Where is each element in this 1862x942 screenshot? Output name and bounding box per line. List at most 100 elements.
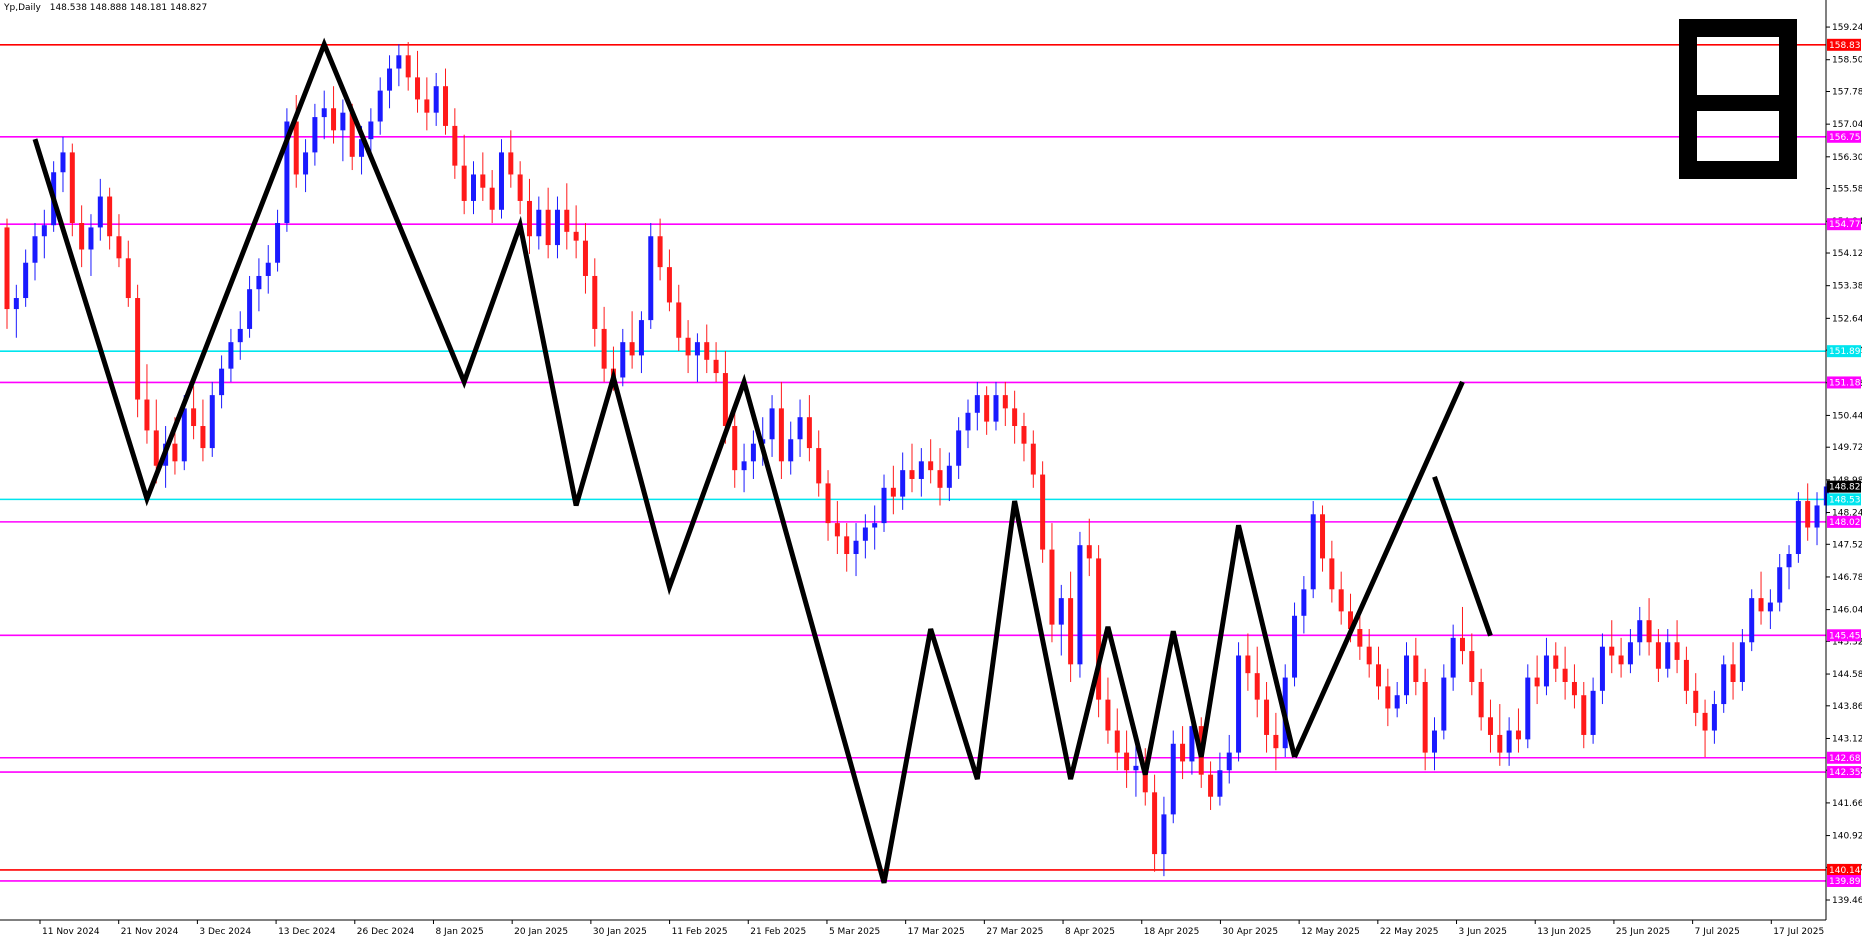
x-tick-label: 5 Mar 2025 bbox=[829, 927, 880, 937]
x-tick-label: 7 Jul 2025 bbox=[1695, 927, 1740, 937]
candle-body bbox=[909, 470, 915, 479]
candle-body bbox=[153, 430, 159, 466]
candle bbox=[1310, 501, 1316, 599]
candle-body bbox=[965, 412, 971, 431]
candle-body bbox=[480, 174, 486, 188]
candle-body bbox=[275, 223, 281, 263]
level-tag-label: 151.896 bbox=[1829, 347, 1862, 357]
current-price-tag: 148.827 bbox=[1827, 480, 1862, 493]
x-tick-label: 8 Jan 2025 bbox=[435, 927, 483, 937]
y-tick-label: 143.120 bbox=[1832, 734, 1862, 744]
candle bbox=[1236, 642, 1242, 762]
candle-body bbox=[1543, 655, 1549, 687]
candle-body bbox=[1609, 646, 1615, 656]
candle-body bbox=[1376, 664, 1382, 687]
candle-body bbox=[872, 523, 878, 528]
candle-body bbox=[265, 262, 271, 276]
candle-body bbox=[946, 465, 952, 488]
candle-body bbox=[247, 289, 253, 329]
candle-body bbox=[984, 395, 990, 422]
y-tick-label: 150.440 bbox=[1832, 411, 1862, 421]
level-tag-label: 142.359 bbox=[1829, 768, 1862, 778]
ohlc-readout: 148.538 148.888 148.181 148.827 bbox=[50, 3, 207, 13]
candle-body bbox=[844, 536, 850, 555]
y-tick-label: 152.640 bbox=[1832, 314, 1862, 324]
candle-body bbox=[1749, 598, 1755, 643]
candle-body bbox=[489, 187, 495, 210]
candle-body bbox=[256, 275, 262, 290]
level-tag-label: 148.538 bbox=[1829, 495, 1862, 505]
candle-body bbox=[1786, 554, 1792, 568]
candle-body bbox=[713, 359, 719, 374]
candle-body bbox=[1012, 408, 1018, 427]
x-tick-label: 8 Apr 2025 bbox=[1065, 927, 1115, 937]
candle-body bbox=[1338, 589, 1344, 612]
candle-body bbox=[1730, 664, 1736, 682]
candle-body bbox=[900, 470, 906, 497]
candle-body bbox=[517, 174, 523, 201]
candle-body bbox=[125, 258, 131, 299]
level-price-tag: 151.187 bbox=[1827, 376, 1862, 389]
x-tick-label: 13 Jun 2025 bbox=[1537, 927, 1591, 937]
candle-body bbox=[536, 209, 542, 237]
candle-body bbox=[825, 483, 831, 524]
level-price-tag: 148.538 bbox=[1827, 493, 1862, 506]
candle-body bbox=[1618, 655, 1624, 665]
candle bbox=[1040, 461, 1046, 563]
level-price-tag: 156.754 bbox=[1827, 130, 1862, 143]
y-tick-label: 157.040 bbox=[1832, 120, 1862, 130]
candle-body bbox=[1487, 717, 1493, 735]
chart-header: Yp,Daily 148.538 148.888 148.181 148.827 bbox=[3, 3, 207, 13]
candle-body bbox=[592, 275, 598, 329]
candle-body bbox=[788, 439, 794, 462]
candle-body bbox=[554, 209, 560, 246]
candle-body bbox=[1021, 426, 1027, 444]
candle-body bbox=[1292, 615, 1298, 678]
candle-body bbox=[629, 342, 635, 356]
candle-body bbox=[387, 68, 393, 91]
candle-body bbox=[1068, 598, 1074, 665]
candle-body bbox=[1404, 655, 1409, 696]
candle-body bbox=[1553, 655, 1559, 669]
level-price-tag: 158.838 bbox=[1827, 38, 1862, 51]
candle-body bbox=[1152, 792, 1158, 855]
candle-body bbox=[228, 342, 234, 369]
candle bbox=[1795, 492, 1801, 563]
x-tick-label: 13 Dec 2024 bbox=[278, 927, 336, 937]
candle-body bbox=[797, 417, 803, 440]
candle-body bbox=[1366, 646, 1372, 665]
candle-body bbox=[452, 125, 458, 166]
candle-body bbox=[107, 196, 113, 237]
current-price-label: 148.827 bbox=[1829, 483, 1862, 493]
y-tick-label: 154.120 bbox=[1832, 249, 1862, 259]
candle-body bbox=[694, 342, 700, 356]
candle-body bbox=[1497, 734, 1503, 753]
x-tick-label: 17 Jul 2025 bbox=[1773, 927, 1824, 937]
y-tick-label: 156.300 bbox=[1832, 153, 1862, 163]
y-tick-label: 153.380 bbox=[1832, 282, 1862, 292]
candle-body bbox=[685, 337, 691, 356]
candle-body bbox=[1124, 752, 1130, 771]
candle-body bbox=[974, 395, 980, 413]
candle-body bbox=[1208, 774, 1214, 797]
candle-body bbox=[620, 342, 626, 378]
candle-body bbox=[69, 152, 75, 224]
candle-body bbox=[1105, 699, 1111, 731]
candle-body bbox=[918, 461, 924, 479]
candle-body bbox=[573, 231, 579, 241]
candle-body bbox=[97, 196, 103, 228]
candle-body bbox=[638, 320, 644, 356]
candle-body bbox=[1264, 699, 1270, 735]
y-tick-label: 149.720 bbox=[1832, 443, 1862, 453]
candle-body bbox=[1721, 664, 1727, 705]
candle-body bbox=[862, 527, 868, 541]
x-tick-label: 26 Dec 2024 bbox=[357, 927, 415, 937]
candle-body bbox=[415, 77, 421, 100]
candle-body bbox=[79, 223, 85, 250]
candle-body bbox=[1002, 395, 1008, 409]
candle-body bbox=[1180, 743, 1186, 762]
candle-body bbox=[1441, 677, 1447, 731]
candle-body bbox=[1665, 642, 1671, 669]
x-tick-label: 3 Jun 2025 bbox=[1459, 927, 1507, 937]
candle-body bbox=[116, 236, 122, 259]
